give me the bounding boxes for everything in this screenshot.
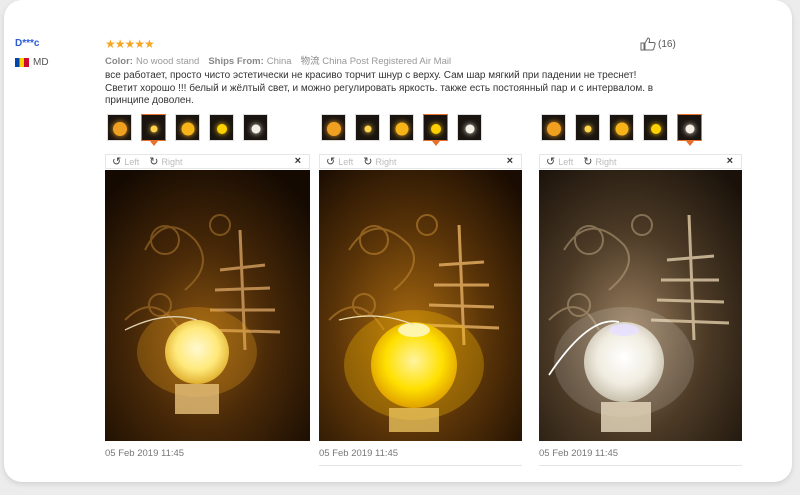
thumbs-up-icon — [640, 37, 656, 51]
ships-value: China — [266, 56, 292, 67]
logistics-value: China Post Registered Air Mail — [322, 56, 452, 67]
review-comment: все работает, просто чисто эстетически н… — [105, 70, 654, 106]
reviewer-country: MD — [15, 57, 49, 68]
rotate-left-icon[interactable]: ↺ — [546, 155, 555, 168]
rotate-left-label[interactable]: Left — [558, 157, 573, 167]
thumb-yellow[interactable] — [209, 114, 234, 141]
rotate-right-icon[interactable]: ↻ — [149, 155, 158, 168]
ships-label: Ships From: — [208, 56, 264, 67]
thumb-white[interactable] — [457, 114, 482, 141]
thumb-lamp-image — [546, 121, 561, 136]
color-label: Color: — [105, 56, 133, 67]
review-photo-2[interactable] — [319, 170, 522, 441]
thumb-yellow-small[interactable] — [141, 114, 166, 146]
divider — [539, 465, 742, 466]
thumb-lamp-image — [685, 124, 694, 134]
photo-date-2: 05 Feb 2019 11:45 — [319, 448, 399, 459]
rotate-left-icon[interactable]: ↺ — [326, 155, 335, 168]
thumb-lamp-image — [251, 124, 260, 134]
rotate-right-label[interactable]: Right — [595, 157, 616, 167]
close-icon[interactable]: × — [507, 155, 513, 167]
image-viewer-1: ↺ Left ↻ Right × — [105, 154, 310, 169]
rotate-left-label[interactable]: Left — [338, 157, 353, 167]
divider — [319, 465, 522, 466]
review-photo-3[interactable] — [539, 170, 742, 441]
helpful-button[interactable]: (16) — [640, 37, 676, 51]
thumb-lamp-image — [326, 121, 341, 136]
lamp-photo-image — [105, 170, 310, 441]
logistics-label: 物流 — [300, 56, 320, 67]
image-viewer-2: ↺ Left ↻ Right × — [319, 154, 522, 169]
thumb-yellow[interactable] — [423, 114, 448, 146]
thumb-lamp-image — [181, 122, 194, 136]
thumb-lamp-image — [364, 125, 371, 133]
rotate-left-icon[interactable]: ↺ — [112, 155, 121, 168]
thumb-yellow-small[interactable] — [575, 114, 600, 141]
thumb-lamp-image — [112, 121, 127, 136]
photo-date-3: 05 Feb 2019 11:45 — [539, 448, 619, 459]
thumb-orange[interactable] — [609, 114, 634, 141]
thumbnail-strip-3 — [541, 114, 702, 146]
viewer-toolbar: ↺ Left ↻ Right × — [319, 154, 522, 169]
thumb-amber[interactable] — [321, 114, 346, 141]
thumb-yellow[interactable] — [643, 114, 668, 141]
thumb-amber[interactable] — [541, 114, 566, 141]
rotate-right-icon[interactable]: ↻ — [583, 155, 592, 168]
thumb-yellow-small[interactable] — [355, 114, 380, 141]
thumb-lamp-image — [465, 124, 474, 134]
thumb-lamp-image — [615, 122, 628, 136]
order-info: Color: No wood stand Ships From: China 物流 Ch… — [105, 53, 451, 67]
flag-icon — [15, 58, 29, 67]
thumb-lamp-image — [584, 125, 591, 133]
thumb-white[interactable] — [677, 114, 702, 146]
rotate-right-label[interactable]: Right — [161, 157, 182, 167]
thumb-lamp-image — [650, 123, 661, 134]
color-value: No wood stand — [135, 56, 200, 67]
viewer-toolbar: ↺ Left ↻ Right × — [105, 154, 310, 169]
viewer-toolbar: ↺ Left ↻ Right × — [539, 154, 742, 169]
reviewer-name[interactable]: D***c — [15, 38, 39, 49]
thumb-lamp-image — [150, 125, 157, 133]
thumbnail-strip-2 — [321, 114, 482, 146]
thumb-lamp-image — [216, 123, 227, 134]
country-code: MD — [33, 57, 49, 68]
rotate-left-label[interactable]: Left — [124, 157, 139, 167]
review-photo-1[interactable] — [105, 170, 310, 441]
thumb-lamp-image — [430, 123, 441, 134]
close-icon[interactable]: × — [727, 155, 733, 167]
thumb-orange[interactable] — [389, 114, 414, 141]
thumb-white[interactable] — [243, 114, 268, 141]
star-rating: ★★★★★ — [105, 37, 155, 51]
lamp-photo-image — [319, 170, 522, 441]
rotate-right-icon[interactable]: ↻ — [363, 155, 372, 168]
thumb-orange[interactable] — [175, 114, 200, 141]
rotate-right-label[interactable]: Right — [375, 157, 396, 167]
helpful-count: (16) — [658, 38, 676, 50]
photo-date-1: 05 Feb 2019 11:45 — [105, 448, 185, 459]
lamp-photo-image — [539, 170, 742, 441]
thumb-amber[interactable] — [107, 114, 132, 141]
thumbnail-strip-1 — [107, 114, 268, 146]
close-icon[interactable]: × — [295, 155, 301, 167]
thumb-lamp-image — [395, 122, 408, 136]
image-viewer-3: ↺ Left ↻ Right × — [539, 154, 742, 169]
